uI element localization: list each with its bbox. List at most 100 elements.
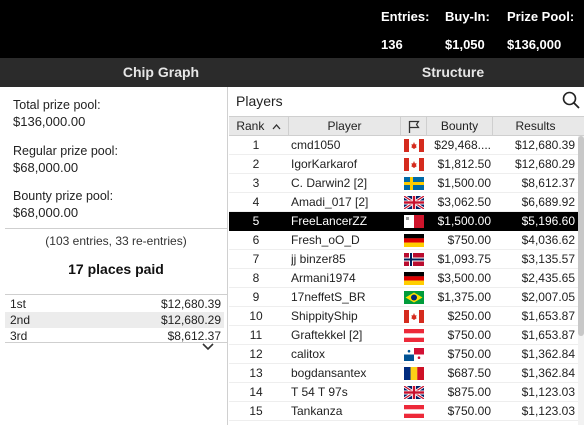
search-icon[interactable]: [562, 91, 580, 109]
player-rank: 6: [252, 233, 260, 247]
chevron-down-icon[interactable]: [201, 341, 215, 351]
prize-pool-value: $136,000: [507, 37, 562, 52]
player-results: $3,135.57: [521, 252, 575, 266]
player-rank: 11: [249, 328, 263, 342]
player-name: T 54 T 97s: [291, 385, 348, 399]
player-row[interactable]: 14 T 54 T 97s $875.00 $1,123.03: [229, 383, 578, 402]
player-row[interactable]: 1 cmd1050 $29,468.... $12,680.39: [229, 136, 578, 155]
player-row[interactable]: 6 Fresh_oO_D $750.00 $4,036.62: [229, 231, 578, 250]
uk-flag-icon: [404, 196, 424, 209]
tab-structure[interactable]: Structure: [322, 58, 584, 87]
entries-value: 136: [381, 37, 403, 52]
column-header-rank[interactable]: Rank: [229, 117, 289, 135]
tab-chip-graph[interactable]: Chip Graph: [0, 58, 322, 87]
column-header-bounty[interactable]: Bounty: [427, 117, 493, 135]
player-name: Graftekkel [2]: [291, 328, 363, 342]
player-rank: 3: [252, 176, 260, 190]
bounty-prize-label: Bounty prize pool:: [13, 189, 114, 203]
player-name: ShippityShip: [291, 309, 358, 323]
entries-stat: Entries: 136: [381, 9, 429, 52]
players-panel: Players Rank Player Bounty Results 1 cmd1…: [229, 87, 584, 425]
brazil-flag-icon: [404, 291, 424, 304]
payout-amount: $12,680.29: [160, 313, 221, 327]
player-row[interactable]: 5 FreeLancerZZ $1,500.00 $5,196.60: [229, 212, 578, 231]
player-results: $1,653.87: [521, 328, 575, 342]
divider: [5, 228, 227, 229]
player-rank: 14: [249, 385, 263, 399]
players-scrollbar[interactable]: [578, 136, 584, 425]
regular-prize-value: $68,000.00: [13, 160, 79, 175]
player-row[interactable]: 13 bogdansantex $687.50 $1,362.84: [229, 364, 578, 383]
rank-header-label: Rank: [236, 119, 265, 133]
players-table-body: 1 cmd1050 $29,468.... $12,680.39 2 IgorKarkar…: [229, 136, 578, 421]
bounty-prize-value: $68,000.00: [13, 205, 79, 220]
uk-flag-icon: [404, 386, 424, 399]
player-row[interactable]: 12 calitox $750.00 $1,362.84: [229, 345, 578, 364]
player-rank: 13: [249, 366, 263, 380]
column-header-player[interactable]: Player: [289, 117, 401, 135]
player-bounty: $1,500.00: [437, 214, 491, 228]
austria-flag-icon: [404, 329, 424, 342]
player-row[interactable]: 7 jj binzer85 $1,093.75 $3,135.57: [229, 250, 578, 269]
prize-summary-panel: Total prize pool: $136,000.00 Regular pr…: [0, 87, 228, 425]
canada-flag-icon: [404, 310, 424, 323]
total-prize-pool: Total prize pool: $136,000.00: [13, 97, 101, 131]
scrollbar-thumb[interactable]: [578, 136, 584, 336]
player-rank: 10: [249, 309, 263, 323]
player-row[interactable]: 9 17neffetS_BR $1,375.00 $2,007.05: [229, 288, 578, 307]
player-row[interactable]: 4 Amadi_017 [2] $3,062.50 $6,689.92: [229, 193, 578, 212]
player-name: jj binzer85: [291, 252, 346, 266]
player-rank: 1: [252, 138, 260, 152]
player-row[interactable]: 11 Graftekkel [2] $750.00 $1,653.87: [229, 326, 578, 345]
austria-flag-icon: [404, 405, 424, 418]
player-name: 17neffetS_BR: [291, 290, 366, 304]
buyin-stat: Buy-In: $1,050: [445, 9, 490, 52]
player-row[interactable]: 8 Armani1974 $3,500.00 $2,435.65: [229, 269, 578, 288]
player-name: Fresh_oO_D: [291, 233, 360, 247]
player-bounty: $3,500.00: [437, 271, 491, 285]
payout-list: 1st $12,680.39 2nd $12,680.29 3rd $8,612…: [5, 296, 224, 344]
player-results: $1,123.03: [521, 385, 575, 399]
player-rank: 7: [252, 252, 260, 266]
entries-note: (103 entries, 33 re-entries): [45, 234, 187, 248]
player-row[interactable]: 10 ShippityShip $250.00 $1,653.87: [229, 307, 578, 326]
player-bounty: $29,468....: [434, 138, 491, 152]
player-results: $1,362.84: [521, 366, 575, 380]
bounty-prize-pool: Bounty prize pool: $68,000.00: [13, 188, 113, 222]
player-rank: 9: [252, 290, 260, 304]
player-results: $1,362.84: [521, 347, 575, 361]
total-prize-value: $136,000.00: [13, 114, 86, 129]
player-row[interactable]: 3 C. Darwin2 [2] $1,500.00 $8,612.37: [229, 174, 578, 193]
player-row[interactable]: 15 Tankanza $750.00 $1,123.03: [229, 402, 578, 421]
column-header-results[interactable]: Results: [493, 117, 578, 135]
buyin-label: Buy-In:: [445, 9, 490, 24]
player-rank: 5: [252, 214, 260, 228]
player-bounty: $1,500.00: [437, 176, 491, 190]
canada-flag-icon: [404, 158, 424, 171]
prize-pool-stat: Prize Pool: $136,000: [507, 9, 574, 52]
player-name: bogdansantex: [291, 366, 367, 380]
player-name: calitox: [291, 347, 326, 361]
tournament-header: Entries: 136 Buy-In: $1,050 Prize Pool: …: [0, 0, 584, 58]
payout-place: 2nd: [10, 313, 31, 327]
player-row[interactable]: 2 IgorKarkarof $1,812.50 $12,680.29: [229, 155, 578, 174]
column-header-country[interactable]: [401, 117, 427, 135]
payout-row: 2nd $12,680.29: [5, 312, 224, 328]
places-paid: 17 places paid: [68, 261, 164, 277]
player-bounty: $750.00: [447, 233, 491, 247]
players-table-header: Rank Player Bounty Results: [229, 116, 584, 136]
player-rank: 12: [249, 347, 263, 361]
player-name: C. Darwin2 [2]: [291, 176, 368, 190]
player-name: Amadi_017 [2]: [291, 195, 369, 209]
player-results: $2,435.65: [521, 271, 575, 285]
panama-flag-icon: [404, 348, 424, 361]
player-name: IgorKarkarof: [291, 157, 358, 171]
player-bounty: $750.00: [447, 328, 491, 342]
sweden-flag-icon: [404, 177, 424, 190]
player-name: FreeLancerZZ: [291, 214, 368, 228]
regular-prize-label: Regular prize pool:: [13, 144, 118, 158]
player-results: $6,689.92: [521, 195, 575, 209]
germany-flag-icon: [404, 272, 424, 285]
canada-flag-icon: [404, 139, 424, 152]
player-bounty: $1,812.50: [437, 157, 491, 171]
